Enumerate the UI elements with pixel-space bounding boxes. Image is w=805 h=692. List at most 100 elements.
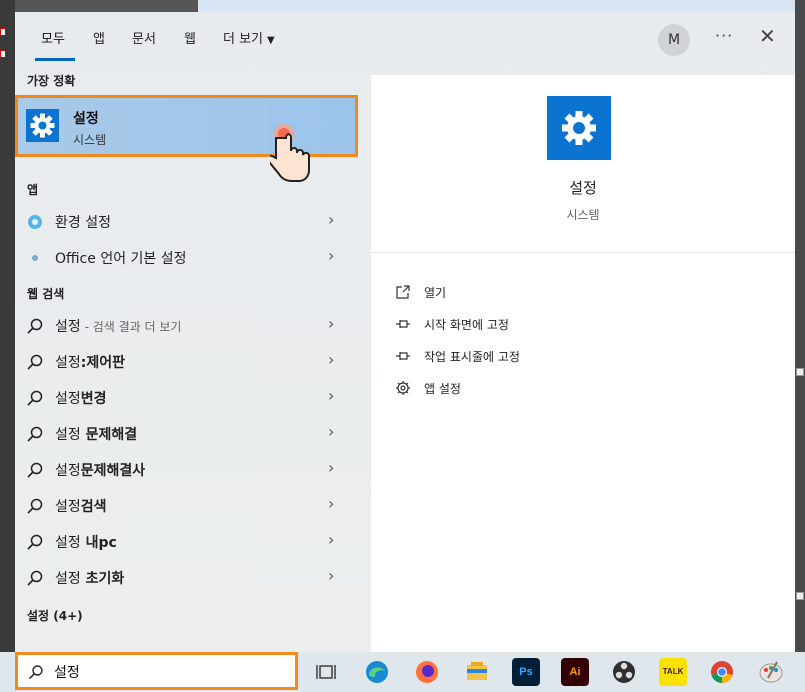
- result-label-main: 설정: [55, 319, 81, 335]
- tab-more-label: 더 보기: [223, 32, 264, 47]
- chevron-right-icon[interactable]: ›: [328, 386, 334, 405]
- search-icon: [26, 389, 44, 407]
- apps-heading: 앱: [27, 183, 39, 197]
- pointing-hand-icon: [266, 124, 314, 188]
- result-label: 설정문제해결사: [55, 460, 145, 480]
- action-label: 열기: [424, 286, 447, 300]
- desktop-background-left: [0, 0, 15, 652]
- search-icon: [26, 425, 44, 443]
- tab-web[interactable]: 웹: [184, 28, 196, 47]
- firefox-icon[interactable]: [413, 658, 441, 686]
- avatar[interactable]: M: [658, 24, 690, 56]
- photoshop-icon[interactable]: Ps: [512, 658, 540, 686]
- tab-bar: 모두 앱 문서 웹 더 보기 ▼ M ··· ✕: [15, 12, 795, 64]
- chevron-right-icon[interactable]: ›: [328, 458, 334, 477]
- settings-heading[interactable]: 설정 (4+): [27, 607, 83, 624]
- result-label-bold: 문제해결사: [80, 463, 146, 479]
- web-result[interactable]: 설정:제어판 ›: [15, 344, 358, 378]
- result-label-suffix: - 검색 결과 더 보기: [80, 320, 182, 334]
- chevron-right-icon[interactable]: ›: [328, 494, 334, 513]
- result-label-main: 설정: [55, 391, 81, 407]
- results-list: 가장 정확 설정 시스템 앱 환경 설정 › Office 언어 기본 설정 ›…: [15, 64, 370, 652]
- tab-apps[interactable]: 앱: [93, 28, 105, 47]
- chevron-right-icon[interactable]: ›: [328, 350, 334, 369]
- action-label: 작업 표시줄에 고정: [424, 350, 520, 364]
- result-label: 설정 문제해결: [55, 424, 137, 444]
- best-match-subtitle: 시스템: [73, 133, 107, 147]
- office-settings-icon: [26, 249, 44, 267]
- web-result[interactable]: 설정문제해결사 ›: [15, 452, 358, 486]
- edge-icon[interactable]: [363, 658, 391, 686]
- chevron-right-icon[interactable]: ›: [328, 314, 334, 333]
- web-result[interactable]: 설정 - 검색 결과 더 보기 ›: [15, 308, 358, 342]
- result-label: 설정:제어판: [55, 352, 125, 372]
- detail-title: 설정: [569, 179, 597, 197]
- search-icon: [26, 533, 44, 551]
- paint-icon[interactable]: [757, 658, 785, 686]
- web-result[interactable]: 설정 초기화 ›: [15, 560, 358, 594]
- desktop-icon: [0, 28, 6, 36]
- obs-icon[interactable]: [610, 658, 638, 686]
- action-label: 시작 화면에 고정: [424, 318, 509, 332]
- result-label-main: 설정: [55, 427, 81, 443]
- result-label: 설정 - 검색 결과 더 보기: [55, 316, 181, 336]
- best-match-heading: 가장 정확: [27, 74, 76, 88]
- open-icon: [395, 284, 411, 300]
- web-result[interactable]: 설정 내pc ›: [15, 524, 358, 558]
- desktop-icon: [0, 50, 6, 58]
- taskbar-search-box[interactable]: [15, 652, 298, 690]
- desktop-background: [15, 0, 198, 12]
- result-label-main: 설정: [55, 463, 81, 479]
- result-label: 설정 초기화: [55, 568, 124, 588]
- result-label-bold: 검색: [80, 499, 107, 515]
- result-label: 환경 설정: [55, 215, 111, 231]
- result-label-bold: 문제해결: [80, 427, 138, 443]
- result-label-bold: 변경: [80, 391, 107, 407]
- tab-documents[interactable]: 문서: [132, 28, 156, 47]
- illustrator-icon[interactable]: Ai: [561, 658, 589, 686]
- result-label-main: 설정: [55, 355, 81, 371]
- close-button[interactable]: ✕: [759, 24, 776, 48]
- gear-icon: [395, 380, 411, 396]
- chevron-right-icon[interactable]: ›: [328, 246, 334, 265]
- desktop-background: [198, 0, 805, 12]
- app-result-office-language[interactable]: Office 언어 기본 설정 ›: [15, 240, 358, 274]
- result-label: 설정검색: [55, 496, 107, 516]
- web-result[interactable]: 설정검색 ›: [15, 488, 358, 522]
- detail-panel: 설정 시스템 열기 시작 화면에 고정 작업 표시줄에 고정 앱 설정: [371, 75, 795, 652]
- best-match-title: 설정: [73, 111, 99, 127]
- search-icon: [26, 461, 44, 479]
- result-label-main: 설정: [55, 535, 81, 551]
- result-label-bold: :제어판: [80, 355, 126, 371]
- app-result-control-panel[interactable]: 환경 설정 ›: [15, 204, 358, 238]
- kakaotalk-icon[interactable]: TALK: [659, 658, 687, 686]
- chrome-icon[interactable]: [708, 658, 736, 686]
- search-input[interactable]: [54, 661, 284, 683]
- desktop-background-right: [795, 0, 805, 652]
- chevron-right-icon[interactable]: ›: [328, 210, 334, 229]
- tab-more[interactable]: 더 보기 ▼: [223, 28, 275, 47]
- control-panel-icon: [26, 213, 44, 231]
- search-icon: [26, 353, 44, 371]
- result-label-bold: 내pc: [80, 535, 117, 551]
- web-result[interactable]: 설정 문제해결 ›: [15, 416, 358, 450]
- web-search-heading: 웹 검색: [27, 287, 65, 301]
- desktop-icon: [796, 592, 804, 600]
- chevron-right-icon[interactable]: ›: [328, 422, 334, 441]
- tab-all[interactable]: 모두: [41, 28, 65, 47]
- gear-icon: [547, 96, 611, 160]
- result-label-bold: 초기화: [80, 571, 125, 587]
- active-tab-indicator: [35, 58, 75, 61]
- result-label-main: 설정: [55, 571, 81, 587]
- chevron-right-icon[interactable]: ›: [328, 530, 334, 549]
- divider: [371, 252, 795, 253]
- more-options-button[interactable]: ···: [715, 26, 733, 45]
- web-result[interactable]: 설정변경 ›: [15, 380, 358, 414]
- caret-down-icon: ▼: [267, 35, 275, 46]
- action-label: 앱 설정: [424, 382, 461, 396]
- file-explorer-icon[interactable]: [463, 658, 491, 686]
- task-view-icon[interactable]: [312, 658, 340, 686]
- result-label-main: 설정: [55, 499, 81, 515]
- result-label: Office 언어 기본 설정: [55, 251, 187, 267]
- chevron-right-icon[interactable]: ›: [328, 566, 334, 585]
